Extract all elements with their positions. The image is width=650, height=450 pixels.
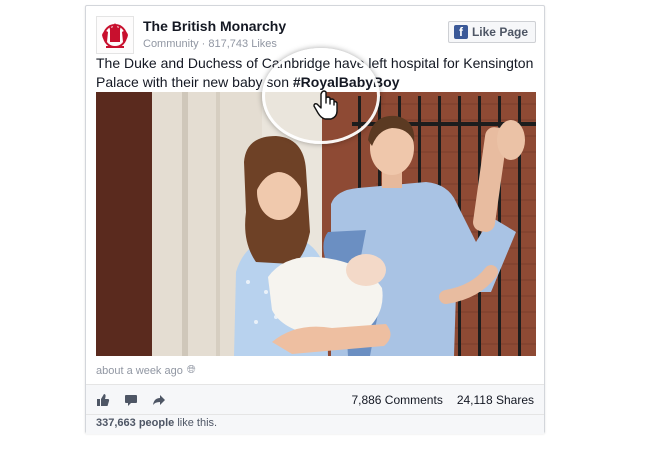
post-photo[interactable] bbox=[96, 92, 536, 356]
crest-icon[interactable] bbox=[96, 16, 134, 54]
post-timestamp: about a week ago 🌐︎ bbox=[96, 364, 196, 377]
post-text-line1: The Duke and Duchess of Cambridge have l… bbox=[96, 55, 534, 71]
hashtag-link[interactable]: #RoyalBabyBoy bbox=[293, 74, 400, 90]
page-meta: Community · 817,743 Likes bbox=[143, 38, 277, 50]
likes-suffix: like this. bbox=[174, 417, 218, 429]
like-page-button[interactable]: f Like Page bbox=[447, 21, 536, 43]
shares-count[interactable]: 24,118 Shares bbox=[457, 393, 534, 407]
comments-count[interactable]: 7,886 Comments bbox=[351, 393, 442, 407]
facebook-icon: f bbox=[453, 25, 468, 39]
globe-icon: 🌐︎ bbox=[186, 364, 196, 376]
share-icon[interactable] bbox=[152, 393, 166, 407]
timestamp-text[interactable]: about a week ago bbox=[96, 365, 183, 377]
comment-icon[interactable] bbox=[124, 393, 138, 407]
post-header: The British Monarchy Community · 817,743… bbox=[96, 16, 536, 56]
action-icons bbox=[96, 393, 166, 407]
like-page-label: Like Page bbox=[471, 25, 528, 39]
post-text-line2: Palace with their new baby son bbox=[96, 74, 289, 90]
post-counts: 7,886 Comments 24,118 Shares bbox=[351, 393, 534, 407]
hand-cursor-icon bbox=[313, 90, 339, 120]
post-text: The Duke and Duchess of Cambridge have l… bbox=[96, 54, 536, 92]
likes-row: 337,663 people like this. bbox=[86, 414, 544, 434]
facebook-post-card: The British Monarchy Community · 817,743… bbox=[85, 5, 545, 434]
likes-count[interactable]: 337,663 people bbox=[96, 417, 174, 429]
like-thumb-icon[interactable] bbox=[96, 393, 110, 407]
actions-bar: 7,886 Comments 24,118 Shares bbox=[86, 384, 544, 415]
page-name[interactable]: The British Monarchy bbox=[143, 18, 286, 34]
likes-text: 337,663 people like this. bbox=[96, 417, 217, 429]
